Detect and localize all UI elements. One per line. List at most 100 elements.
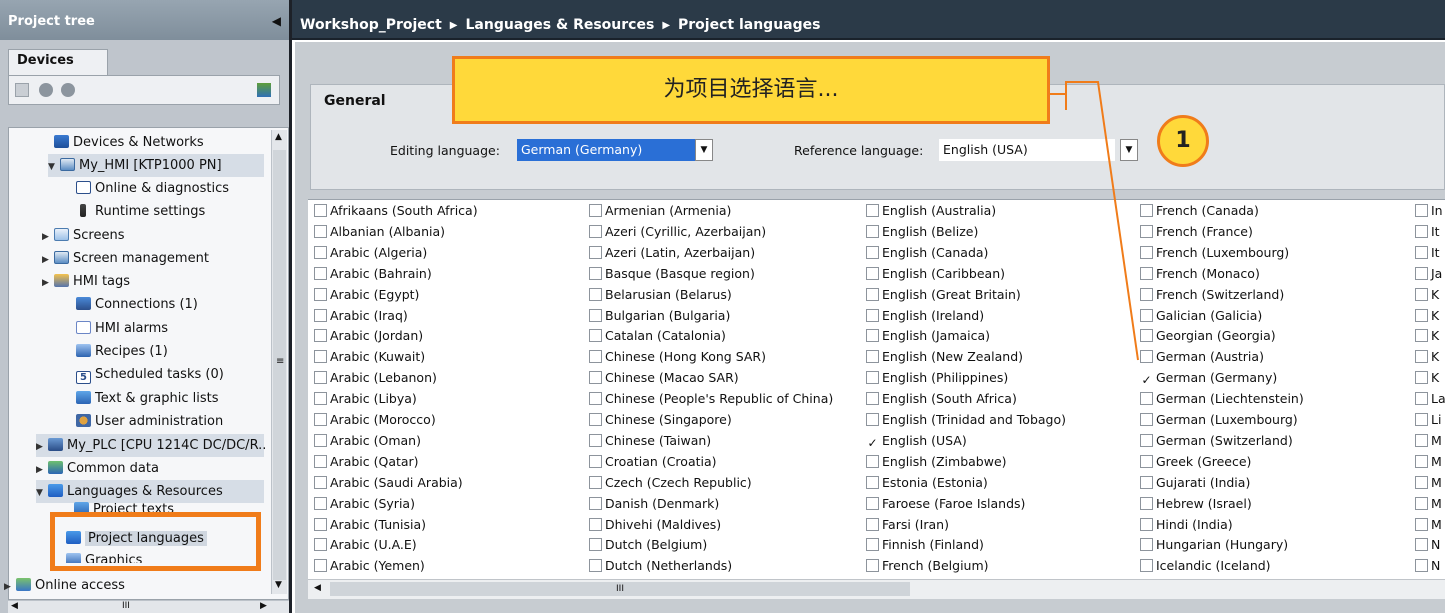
language-option[interactable]: Arabic (Egypt) bbox=[314, 284, 419, 305]
language-option[interactable]: Arabic (Tunisia) bbox=[314, 514, 426, 535]
checkbox[interactable] bbox=[1415, 266, 1428, 280]
language-option[interactable]: Chinese (Hong Kong SAR) bbox=[589, 346, 766, 367]
tree-item[interactable]: ▼ My_HMI [KTP1000 PN] bbox=[48, 154, 264, 177]
language-option[interactable]: English (Caribbean) bbox=[866, 263, 1005, 284]
language-option[interactable]: Dutch (Belgium) bbox=[589, 534, 707, 555]
checkbox[interactable] bbox=[589, 559, 602, 573]
language-scroll-thumb[interactable]: III bbox=[330, 582, 910, 596]
language-option[interactable]: English (Canada) bbox=[866, 242, 988, 263]
breadcrumb-item[interactable]: Languages & Resources bbox=[466, 17, 655, 33]
checkbox[interactable] bbox=[1415, 475, 1428, 489]
language-option[interactable]: Chinese (Taiwan) bbox=[589, 430, 711, 451]
checkbox[interactable] bbox=[1140, 329, 1153, 343]
tree-item[interactable]: ▶ HMI tags bbox=[42, 270, 130, 293]
language-option[interactable]: M bbox=[1415, 430, 1445, 451]
checkbox[interactable] bbox=[314, 371, 327, 385]
tree-item[interactable]: ▶ Online access bbox=[4, 574, 125, 597]
language-option[interactable]: Arabic (Morocco) bbox=[314, 409, 436, 430]
language-option[interactable]: Chinese (Singapore) bbox=[589, 409, 732, 430]
language-option[interactable]: Farsi (Iran) bbox=[866, 514, 949, 535]
language-option[interactable]: Catalan (Catalonia) bbox=[589, 325, 726, 346]
checkbox[interactable] bbox=[589, 517, 602, 531]
checkbox[interactable] bbox=[866, 224, 879, 238]
language-option[interactable]: Belarusian (Belarus) bbox=[589, 284, 732, 305]
language-option[interactable]: French (Monaco) bbox=[1140, 263, 1260, 284]
language-option[interactable]: Arabic (Qatar) bbox=[314, 451, 419, 472]
chevron-down-icon[interactable]: ▼ bbox=[1120, 139, 1138, 161]
expand-right-icon[interactable]: ▶ bbox=[42, 272, 52, 295]
checkbox[interactable] bbox=[1140, 245, 1153, 259]
checkbox[interactable] bbox=[866, 308, 879, 322]
checkbox[interactable] bbox=[1140, 475, 1153, 489]
language-option[interactable]: It bbox=[1415, 221, 1445, 242]
language-option[interactable]: ✓ English (USA) bbox=[866, 430, 966, 451]
tree-vertical-scrollbar[interactable]: ▲ ≡ ▼ bbox=[271, 130, 287, 594]
checkbox[interactable] bbox=[1415, 308, 1428, 322]
language-option[interactable]: Arabic (Yemen) bbox=[314, 555, 425, 576]
checkbox[interactable] bbox=[314, 204, 327, 217]
checkbox[interactable] bbox=[866, 329, 879, 343]
language-option[interactable]: Arabic (Iraq) bbox=[314, 305, 408, 326]
tree-item[interactable]: Recipes (1) bbox=[76, 340, 168, 363]
checkbox[interactable] bbox=[1415, 392, 1428, 406]
language-option[interactable]: La bbox=[1415, 388, 1445, 409]
checkbox[interactable] bbox=[1415, 413, 1428, 426]
language-option[interactable]: French (Luxembourg) bbox=[1140, 242, 1289, 263]
checkbox[interactable] bbox=[1140, 308, 1153, 322]
checkbox[interactable] bbox=[314, 475, 327, 489]
tree-item[interactable]: Project texts bbox=[74, 500, 174, 512]
checkbox[interactable] bbox=[1140, 350, 1153, 364]
language-option[interactable]: Danish (Denmark) bbox=[589, 493, 719, 514]
checkbox[interactable] bbox=[314, 433, 327, 447]
checkbox[interactable] bbox=[589, 266, 602, 280]
checkbox[interactable] bbox=[1140, 413, 1153, 426]
language-option[interactable]: Arabic (Jordan) bbox=[314, 325, 423, 346]
language-option[interactable]: M bbox=[1415, 514, 1445, 535]
tree-item[interactable]: ▶ My_PLC [CPU 1214C DC/DC/R.. bbox=[36, 434, 266, 457]
language-option[interactable]: K bbox=[1415, 305, 1445, 326]
language-option[interactable]: German (Luxembourg) bbox=[1140, 409, 1298, 430]
language-option[interactable]: M bbox=[1415, 472, 1445, 493]
breadcrumb-item[interactable]: Workshop_Project bbox=[300, 17, 442, 33]
language-option[interactable]: French (France) bbox=[1140, 221, 1253, 242]
checkbox[interactable] bbox=[1415, 204, 1428, 217]
checkbox[interactable] bbox=[314, 329, 327, 343]
language-option[interactable]: French (Switzerland) bbox=[1140, 284, 1284, 305]
sync-icon[interactable] bbox=[257, 83, 271, 97]
checkbox[interactable] bbox=[866, 517, 879, 531]
checkbox[interactable] bbox=[866, 392, 879, 406]
checkbox[interactable] bbox=[314, 559, 327, 573]
checkbox[interactable] bbox=[1415, 496, 1428, 510]
checkbox[interactable] bbox=[1415, 287, 1428, 301]
language-option[interactable]: English (Great Britain) bbox=[866, 284, 1021, 305]
tree-item[interactable]: Connections (1) bbox=[76, 293, 198, 316]
checkbox[interactable] bbox=[1415, 517, 1428, 531]
language-option[interactable]: English (New Zealand) bbox=[866, 346, 1023, 367]
checkbox[interactable] bbox=[589, 538, 602, 552]
reference-language-select[interactable]: English (USA) bbox=[939, 139, 1115, 161]
chevron-down-icon[interactable]: ▼ bbox=[695, 139, 713, 161]
language-option[interactable]: Bulgarian (Bulgaria) bbox=[589, 305, 730, 326]
checkbox[interactable] bbox=[589, 350, 602, 364]
checkbox[interactable] bbox=[1140, 224, 1153, 238]
language-option[interactable]: Chinese (Macao SAR) bbox=[589, 367, 739, 388]
checkbox[interactable] bbox=[866, 413, 879, 426]
language-option[interactable]: English (Ireland) bbox=[866, 305, 984, 326]
expand-down-icon[interactable]: ▼ bbox=[48, 156, 58, 179]
language-option[interactable]: English (Jamaica) bbox=[866, 325, 990, 346]
language-option[interactable]: Arabic (Algeria) bbox=[314, 242, 427, 263]
checkbox[interactable] bbox=[866, 454, 879, 468]
scroll-right-icon[interactable]: ▶ bbox=[260, 601, 267, 611]
expand-right-icon[interactable]: ▶ bbox=[42, 249, 52, 272]
expand-down-icon[interactable]: ▼ bbox=[36, 482, 46, 505]
new-item-icon[interactable] bbox=[15, 83, 29, 97]
checkbox[interactable] bbox=[1415, 559, 1428, 573]
checkbox[interactable] bbox=[314, 538, 327, 552]
checkbox[interactable] bbox=[1415, 329, 1428, 343]
language-option[interactable]: Afrikaans (South Africa) bbox=[314, 200, 478, 221]
language-option[interactable]: N bbox=[1415, 555, 1445, 576]
tree-item[interactable]: Project languages bbox=[66, 527, 207, 550]
language-option[interactable]: Chinese (People's Republic of China) bbox=[589, 388, 833, 409]
language-option[interactable]: Hebrew (Israel) bbox=[1140, 493, 1252, 514]
checkbox[interactable] bbox=[589, 308, 602, 322]
